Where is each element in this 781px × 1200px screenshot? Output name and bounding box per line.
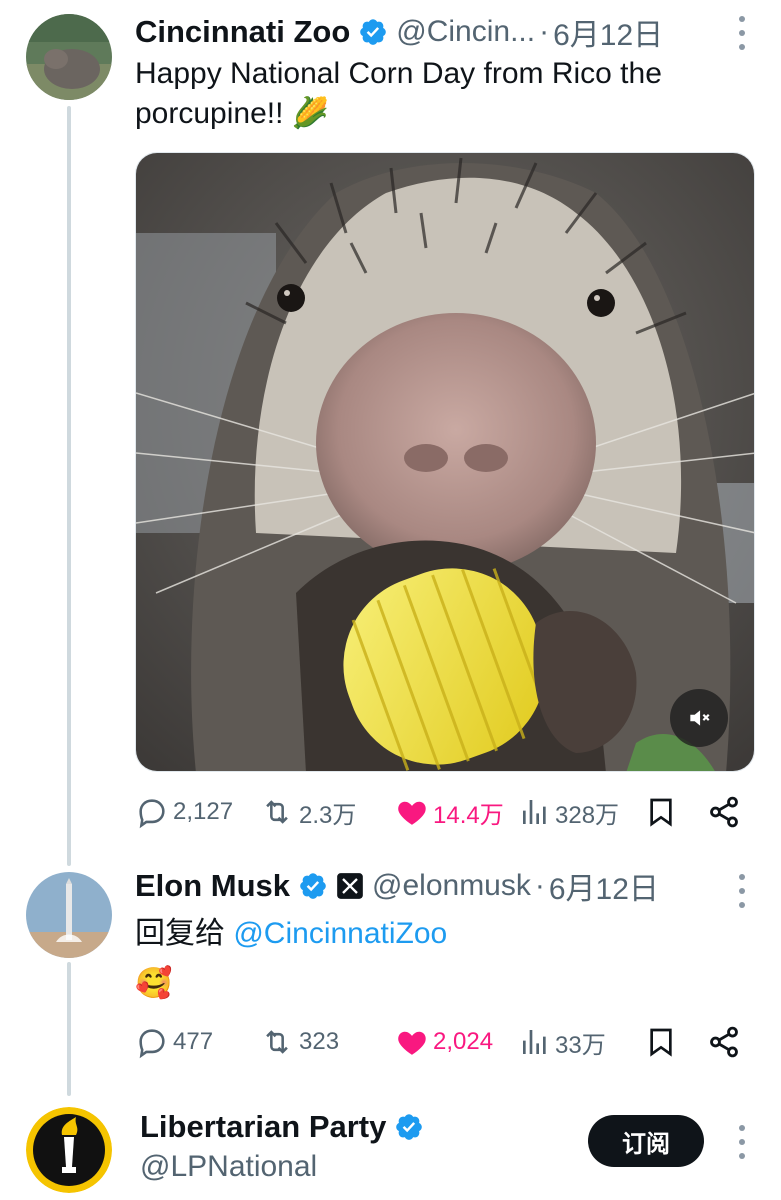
author-handle[interactable]: @elonmusk	[372, 869, 531, 903]
share-button[interactable]	[707, 1020, 741, 1064]
repost-count: 323	[299, 1028, 340, 1055]
reply-prefix: 回复给	[135, 917, 225, 950]
like-count: 2,024	[433, 1028, 494, 1055]
views-icon	[523, 800, 546, 824]
tweet-video[interactable]	[135, 152, 755, 772]
verified-badge-icon	[394, 1112, 424, 1142]
bookmark-icon	[650, 798, 672, 827]
reply-button[interactable]: 2,127	[135, 790, 233, 834]
author-name[interactable]: Cincinnati Zoo	[135, 14, 350, 50]
tweet-text: 🥰	[135, 967, 173, 1000]
more-icon[interactable]	[737, 874, 747, 908]
author-handle[interactable]: @LPNational	[140, 1150, 317, 1184]
views-count: 33万	[555, 1031, 606, 1059]
author-handle[interactable]: @Cincin...	[396, 15, 535, 49]
timestamp[interactable]: 6月12日	[553, 10, 663, 54]
porcupine-image	[136, 153, 754, 771]
views-button[interactable]: 33万	[519, 1020, 606, 1064]
reply-context: 回复给 @CincinnatiZoo	[135, 914, 741, 954]
tweet-text-line: porcupine!! 🌽	[135, 97, 330, 130]
reply-count: 477	[173, 1028, 214, 1055]
verified-badge-icon	[358, 17, 388, 47]
like-button[interactable]: 14.4万	[395, 790, 504, 834]
author-name[interactable]: Libertarian Party	[140, 1109, 386, 1145]
tweet-text-line: Happy National Corn Day from Rico the	[135, 57, 662, 90]
mute-button[interactable]	[670, 689, 728, 747]
more-icon[interactable]	[737, 16, 747, 50]
subscribe-button[interactable]: 订阅	[588, 1115, 704, 1167]
bookmark-button[interactable]	[645, 1020, 677, 1064]
repost-icon	[266, 800, 288, 824]
avatar[interactable]	[26, 14, 112, 100]
tweet-elon-musk[interactable]: Elon Musk @elonmusk · 6月12日 回复给 @Cincinn…	[0, 850, 781, 1095]
reply-icon	[139, 799, 165, 829]
more-icon[interactable]	[737, 1125, 747, 1159]
bookmark-icon	[650, 1028, 672, 1057]
repost-button[interactable]: 323	[259, 1020, 339, 1064]
like-count: 14.4万	[433, 801, 504, 829]
verified-badge-icon	[298, 871, 328, 901]
avatar[interactable]	[26, 872, 112, 958]
share-icon	[710, 1026, 738, 1058]
mute-icon	[690, 710, 710, 726]
views-button[interactable]: 328万	[519, 790, 619, 834]
reply-to-handle[interactable]: @CincinnatiZoo	[233, 917, 447, 950]
like-icon	[398, 1031, 426, 1055]
author-name[interactable]: Elon Musk	[135, 868, 290, 904]
bookmark-button[interactable]	[645, 790, 677, 834]
repost-count: 2.3万	[299, 801, 357, 829]
tweet-actions: 2,127 2.3万 14.4万 328万	[135, 790, 745, 834]
like-button[interactable]: 2,024	[395, 1020, 493, 1064]
tweet-actions: 477 323 2,024 33万	[135, 1020, 745, 1064]
tweet-text: Happy National Corn Day from Rico the po…	[135, 54, 741, 134]
avatar[interactable]	[26, 1107, 112, 1193]
share-icon	[710, 796, 738, 828]
x-affiliate-icon	[336, 872, 364, 900]
like-icon	[398, 801, 426, 825]
separator: ·	[539, 15, 550, 48]
reply-icon	[139, 1029, 165, 1059]
repost-icon	[266, 1030, 288, 1054]
share-button[interactable]	[707, 790, 741, 834]
reply-button[interactable]: 477	[135, 1020, 213, 1064]
tweet-cincinnati-zoo[interactable]: Cincinnati Zoo @Cincin... · 6月12日 Happy …	[0, 0, 781, 850]
views-count: 328万	[555, 801, 620, 829]
tweet-libertarian-party[interactable]: Libertarian Party @LPNational 订阅	[0, 1095, 781, 1200]
views-icon	[523, 1030, 546, 1054]
timestamp[interactable]: 6月12日	[549, 864, 659, 908]
reply-count: 2,127	[173, 798, 234, 825]
repost-button[interactable]: 2.3万	[259, 790, 356, 834]
separator: ·	[534, 869, 545, 902]
